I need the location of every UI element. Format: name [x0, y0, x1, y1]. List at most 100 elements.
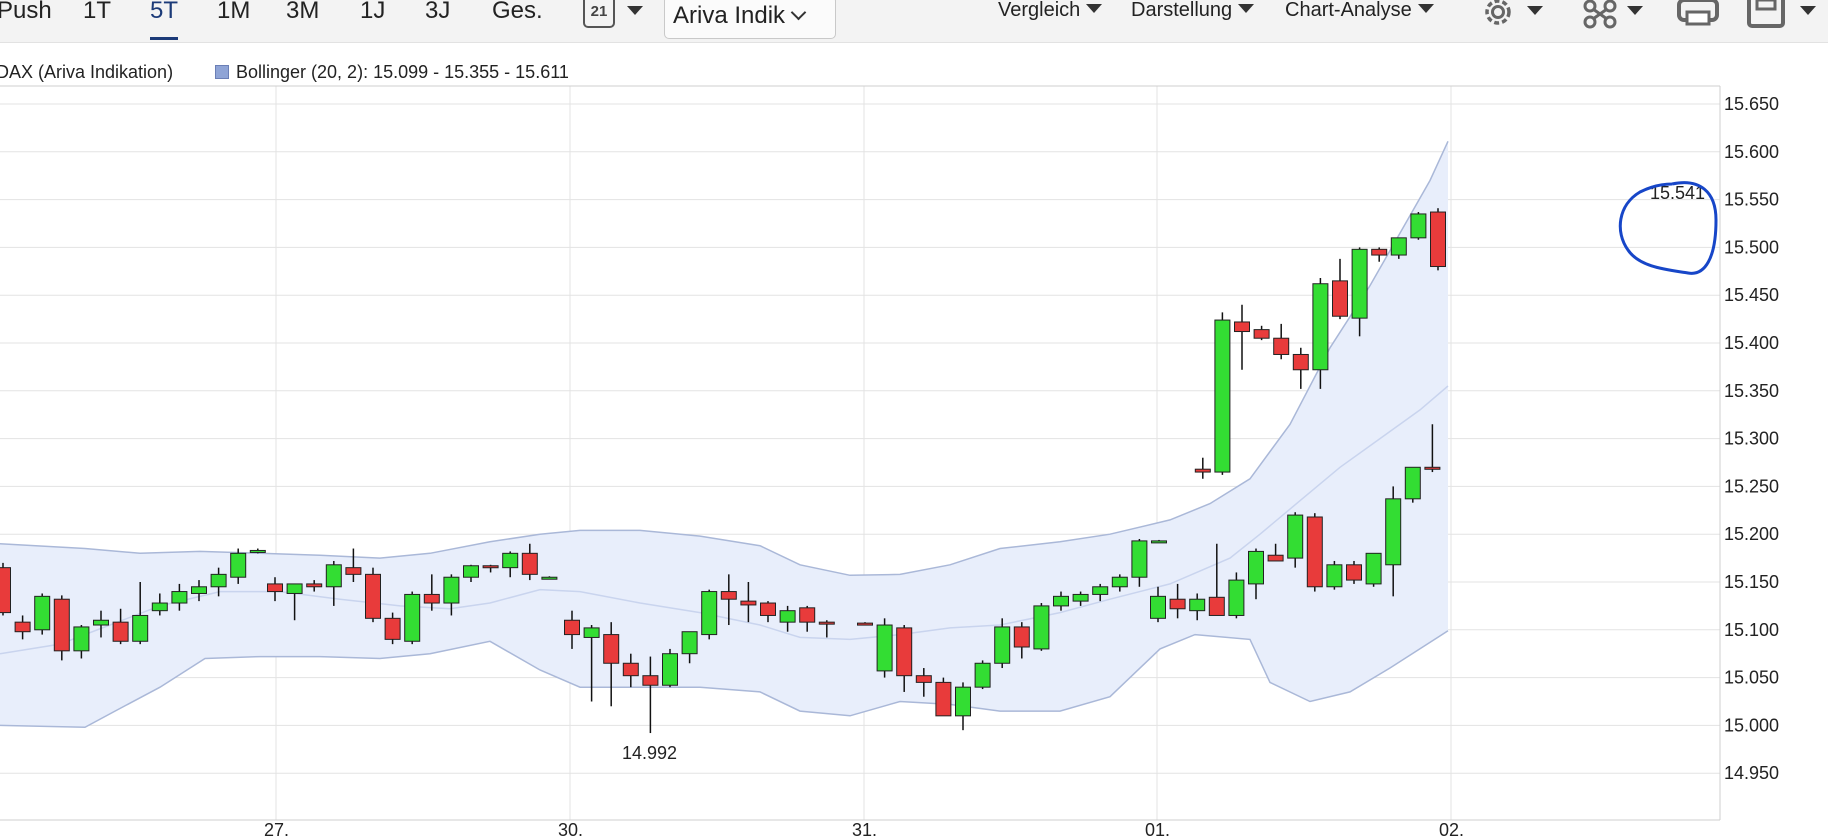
candle-up: [404, 593, 421, 642]
candle-up: [1248, 550, 1264, 585]
candle-down: [1253, 329, 1270, 339]
candle-up: [1053, 595, 1069, 607]
candle-down: [720, 591, 737, 600]
candle-up: [1189, 598, 1206, 612]
candle-up: [1228, 579, 1245, 616]
candle-up: [1326, 564, 1343, 588]
candle-down: [896, 627, 913, 677]
candle-up: [1385, 498, 1402, 566]
candle-down: [267, 583, 283, 593]
candle-down: [384, 617, 401, 640]
candle-down: [1194, 468, 1211, 473]
candle-down: [1292, 353, 1309, 371]
candle-up: [463, 565, 479, 578]
candle-down: [564, 619, 580, 636]
candle-up: [876, 624, 893, 672]
x-tick-label: 31.: [852, 820, 877, 837]
candle-up: [1072, 593, 1089, 602]
candle-up: [662, 653, 678, 686]
candle-up: [1410, 213, 1427, 239]
low-value-label: 14.992: [622, 743, 677, 763]
candle-up: [1092, 586, 1109, 595]
x-tick-label: 01.: [1145, 820, 1170, 837]
x-tick-label: 02.: [1439, 820, 1464, 837]
candle-down: [306, 583, 323, 588]
candle-down: [345, 567, 362, 575]
y-tick-label: 15.600: [1724, 142, 1779, 162]
candle-down: [53, 598, 70, 652]
y-tick-label: 15.000: [1724, 715, 1779, 735]
candle-down: [423, 593, 440, 604]
candle-down: [1306, 516, 1323, 588]
candle-up: [1351, 248, 1368, 319]
candle-down: [603, 634, 620, 664]
candle-up: [1131, 540, 1148, 578]
candle-down: [857, 622, 873, 626]
candle-up: [171, 591, 188, 604]
candle-up: [286, 583, 303, 594]
candle-up: [1312, 283, 1329, 371]
candle-down: [1273, 337, 1290, 355]
candle-down: [760, 602, 776, 616]
candle-up: [1404, 466, 1421, 500]
candle-down: [799, 607, 816, 623]
candle-down: [1169, 598, 1186, 610]
candle-up: [1214, 319, 1231, 473]
candle-up: [974, 662, 991, 688]
candle-down: [365, 573, 381, 619]
candle-up: [151, 602, 168, 612]
y-tick-label: 15.200: [1724, 524, 1779, 544]
y-tick-label: 15.150: [1724, 572, 1779, 592]
candle-up: [132, 614, 149, 642]
y-tick-label: 15.250: [1724, 476, 1779, 496]
chart-axes: 15.650 15.600 15.550 15.500 15.450 15.400 15.3…: [0, 85, 1779, 837]
candle-down: [1371, 248, 1388, 256]
x-tick-label: 27.: [264, 820, 289, 837]
bollinger-fill: [0, 141, 1448, 728]
candle-up: [1287, 514, 1304, 559]
bollinger-band: [0, 140, 1449, 729]
candle-up: [34, 595, 51, 631]
y-tick-label: 15.100: [1724, 620, 1779, 640]
candle-down: [14, 621, 31, 633]
candle-up: [73, 626, 90, 652]
candle-up: [955, 686, 971, 717]
candle-up: [443, 576, 460, 604]
y-tick-label: 14.950: [1724, 763, 1779, 783]
x-tick-label: 30.: [558, 820, 583, 837]
candle-down: [482, 565, 499, 569]
candle-down: [0, 567, 11, 614]
candle-down: [112, 621, 129, 642]
candle-up: [541, 576, 558, 580]
y-tick-label: 15.650: [1724, 94, 1779, 114]
candle-up: [779, 610, 796, 623]
candle-up: [93, 619, 109, 626]
y-tick-label: 15.450: [1724, 285, 1779, 305]
candle-down: [1013, 626, 1030, 648]
candlestick-chart[interactable]: 15.650 15.600 15.550 15.500 15.450 15.400 15.3…: [0, 0, 1828, 837]
candle-down: [1430, 211, 1446, 268]
candle-up: [701, 591, 718, 636]
candle-up: [681, 631, 698, 655]
candle-up: [230, 552, 247, 578]
candle-up: [994, 626, 1011, 664]
candle-up: [1033, 605, 1050, 650]
candle-down: [740, 600, 757, 606]
candle-up: [191, 586, 207, 594]
candle-up: [502, 552, 519, 569]
y-tick-label: 15.300: [1724, 429, 1779, 449]
y-tick-label: 15.400: [1724, 333, 1779, 353]
y-tick-label: 15.350: [1724, 381, 1779, 401]
candle-down: [1267, 554, 1284, 562]
candle-down: [642, 675, 659, 686]
candle-up: [249, 549, 266, 553]
candle-down: [1332, 280, 1348, 317]
candle-down: [1234, 321, 1250, 333]
candle-down: [521, 552, 538, 575]
candle-up: [1365, 552, 1382, 585]
y-tick-label: 15.050: [1724, 668, 1779, 688]
candle-up: [1151, 540, 1167, 544]
candle-down: [622, 662, 639, 677]
candle-down: [818, 621, 835, 625]
candle-up: [583, 627, 600, 638]
